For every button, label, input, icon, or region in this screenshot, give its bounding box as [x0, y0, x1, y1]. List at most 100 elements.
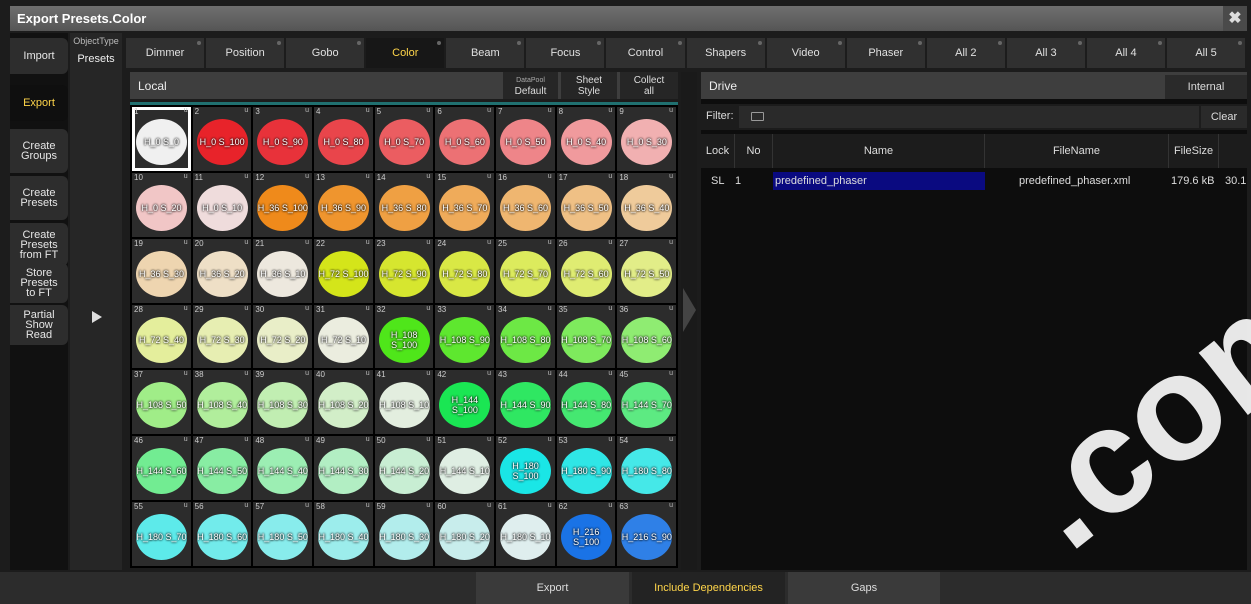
- tab-phaser[interactable]: Phaser: [846, 38, 925, 68]
- preset-cell[interactable]: 19 u H_36 S_30: [132, 238, 191, 303]
- chevron-right-icon[interactable]: [683, 288, 696, 332]
- datapool-button[interactable]: DataPool Default: [503, 72, 558, 99]
- preset-cell[interactable]: 11 u H_0 S_10: [192, 172, 252, 237]
- col-filename[interactable]: FileName: [985, 134, 1169, 168]
- create-presets-from-ft-button[interactable]: Create Presets from FT: [10, 223, 68, 266]
- preset-cell[interactable]: 26 u H_72 S_60: [556, 238, 616, 303]
- preset-cell[interactable]: 7 u H_0 S_50: [496, 107, 555, 171]
- preset-cell[interactable]: 57 u H_180 S_50: [253, 502, 312, 566]
- preset-cell[interactable]: 34 u H_108 S_80: [496, 304, 555, 369]
- preset-cell[interactable]: 18 u H_36 S_40: [617, 172, 676, 237]
- preset-cell[interactable]: 54 u H_180 S_80: [617, 436, 676, 501]
- preset-cell[interactable]: 55 u H_180 S_70: [132, 502, 191, 566]
- preset-cell[interactable]: 12 u H_36 S_100: [253, 172, 312, 237]
- tab-position[interactable]: Position: [206, 38, 285, 68]
- preset-cell[interactable]: 33 u H_108 S_90: [435, 304, 494, 369]
- col-filesize[interactable]: FileSize: [1169, 134, 1219, 168]
- preset-cell[interactable]: 48 u H_144 S_40: [253, 436, 312, 501]
- preset-cell[interactable]: 17 u H_36 S_50: [556, 172, 616, 237]
- preset-cell[interactable]: 1 u H_0 S_0: [132, 107, 191, 171]
- tab-dimmer[interactable]: Dimmer: [126, 38, 205, 68]
- preset-cell[interactable]: 13 u H_36 S_90: [314, 172, 373, 237]
- preset-cell[interactable]: 30 u H_72 S_20: [253, 304, 312, 369]
- preset-cell[interactable]: 50 u H_144 S_20: [374, 436, 434, 501]
- preset-cell[interactable]: 2 u H_0 S_100: [192, 107, 252, 171]
- tab-shapers[interactable]: Shapers: [686, 38, 765, 68]
- table-row[interactable]: SL 1 predefined_phaser predefined_phaser…: [701, 172, 1247, 190]
- preset-cell[interactable]: 56 u H_180 S_60: [192, 502, 252, 566]
- preset-cell[interactable]: 58 u H_180 S_40: [314, 502, 373, 566]
- preset-cell[interactable]: 61 u H_180 S_10: [496, 502, 555, 566]
- tab-all-4[interactable]: All 4: [1086, 38, 1166, 68]
- preset-cell[interactable]: 35 u H_108 S_70: [556, 304, 616, 369]
- tab-focus[interactable]: Focus: [526, 38, 605, 68]
- preset-cell[interactable]: 49 u H_144 S_30: [314, 436, 373, 501]
- partial-show-read-button[interactable]: Partial Show Read: [10, 305, 68, 345]
- sheet-style-button[interactable]: Sheet Style: [561, 72, 617, 99]
- preset-cell[interactable]: 4 u H_0 S_80: [314, 107, 373, 171]
- preset-cell[interactable]: 28 u H_72 S_40: [132, 304, 191, 369]
- filter-input[interactable]: [739, 106, 1199, 128]
- preset-cell[interactable]: 43 u H_144 S_90: [496, 370, 555, 435]
- export-button[interactable]: Export: [10, 85, 68, 121]
- clear-button[interactable]: Clear: [1201, 106, 1247, 128]
- tab-all-5[interactable]: All 5: [1167, 38, 1246, 68]
- preset-cell[interactable]: 31 u H_72 S_10: [314, 304, 373, 369]
- col-no[interactable]: No: [735, 134, 773, 168]
- preset-cell[interactable]: 38 u H_108 S_40: [192, 370, 252, 435]
- include-dependencies-toggle[interactable]: Include Dependencies: [632, 572, 785, 604]
- keyboard-icon[interactable]: [751, 112, 764, 121]
- preset-cell[interactable]: 10 u H_0 S_20: [132, 172, 191, 237]
- preset-cell[interactable]: 37 u H_108 S_50: [132, 370, 191, 435]
- preset-cell[interactable]: 16 u H_36 S_60: [496, 172, 555, 237]
- preset-cell[interactable]: 15 u H_36 S_70: [435, 172, 494, 237]
- store-presets-to-ft-button[interactable]: Store Presets to FT: [10, 263, 68, 303]
- preset-cell[interactable]: 24 u H_72 S_80: [435, 238, 494, 303]
- preset-cell[interactable]: 45 u H_144 S_70: [617, 370, 676, 435]
- tab-beam[interactable]: Beam: [446, 38, 525, 68]
- internal-button[interactable]: Internal: [1165, 75, 1247, 99]
- tab-gobo[interactable]: Gobo: [286, 38, 365, 68]
- gaps-toggle[interactable]: Gaps: [788, 572, 940, 604]
- expand-arrow-icon[interactable]: [92, 311, 102, 323]
- collect-all-button[interactable]: Collect all: [620, 72, 678, 99]
- preset-cell[interactable]: 3 u H_0 S_90: [253, 107, 312, 171]
- create-groups-button[interactable]: Create Groups: [10, 129, 68, 173]
- col-name[interactable]: Name: [773, 134, 985, 168]
- preset-cell[interactable]: 14 u H_36 S_80: [374, 172, 434, 237]
- object-type-column[interactable]: ObjectType Presets: [70, 33, 122, 570]
- tab-video[interactable]: Video: [766, 38, 845, 68]
- tab-color[interactable]: Color: [366, 38, 445, 68]
- preset-cell[interactable]: 8 u H_0 S_40: [556, 107, 616, 171]
- preset-cell[interactable]: 52 u H_180 S_100: [496, 436, 555, 501]
- preset-cell[interactable]: 53 u H_180 S_90: [556, 436, 616, 501]
- preset-cell[interactable]: 6 u H_0 S_60: [435, 107, 494, 171]
- preset-cell[interactable]: 40 u H_108 S_20: [314, 370, 373, 435]
- preset-cell[interactable]: 46 u H_144 S_60: [132, 436, 191, 501]
- preset-cell[interactable]: 42 u H_144 S_100: [435, 370, 494, 435]
- preset-cell[interactable]: 22 u H_72 S_100: [314, 238, 373, 303]
- preset-cell[interactable]: 29 u H_72 S_30: [192, 304, 252, 369]
- preset-cell[interactable]: 36 u H_108 S_60: [617, 304, 676, 369]
- create-presets-button[interactable]: Create Presets: [10, 176, 68, 220]
- preset-cell[interactable]: 63 u H_216 S_90: [617, 502, 676, 566]
- preset-cell[interactable]: 27 u H_72 S_50: [617, 238, 676, 303]
- preset-cell[interactable]: 44 u H_144 S_80: [556, 370, 616, 435]
- import-button[interactable]: Import: [10, 38, 68, 74]
- preset-cell[interactable]: 60 u H_180 S_20: [435, 502, 494, 566]
- preset-cell[interactable]: 62 u H_216 S_100: [556, 502, 616, 566]
- preset-cell[interactable]: 41 u H_108 S_10: [374, 370, 434, 435]
- col-lock[interactable]: Lock: [701, 134, 735, 168]
- tab-all-2[interactable]: All 2: [926, 38, 1005, 68]
- preset-cell[interactable]: 20 u H_36 S_20: [192, 238, 252, 303]
- tab-all-3[interactable]: All 3: [1006, 38, 1085, 68]
- preset-cell[interactable]: 25 u H_72 S_70: [496, 238, 555, 303]
- preset-cell[interactable]: 5 u H_0 S_70: [374, 107, 434, 171]
- close-icon[interactable]: ✖: [1223, 6, 1247, 31]
- preset-cell[interactable]: 23 u H_72 S_90: [374, 238, 434, 303]
- preset-cell[interactable]: 32 u H_108 S_100: [374, 304, 434, 369]
- preset-cell[interactable]: 9 u H_0 S_30: [617, 107, 676, 171]
- preset-cell[interactable]: 39 u H_108 S_30: [253, 370, 312, 435]
- export-action-button[interactable]: Export: [476, 572, 629, 604]
- preset-cell[interactable]: 59 u H_180 S_30: [374, 502, 434, 566]
